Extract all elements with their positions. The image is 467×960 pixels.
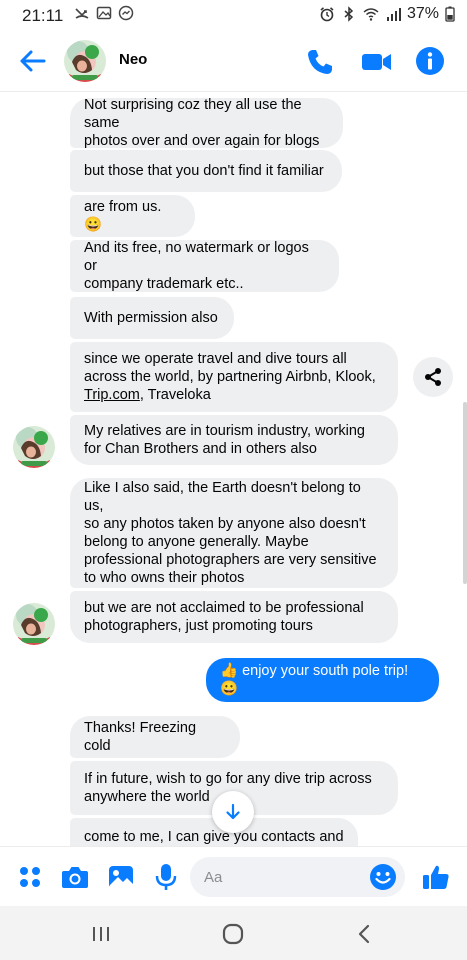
like-button[interactable] <box>420 861 452 893</box>
status-time: 21:11 <box>22 6 64 25</box>
message-composer <box>0 846 467 906</box>
emoji-icon[interactable] <box>369 863 397 891</box>
bluetooth-icon <box>344 6 354 22</box>
four-dots-icon <box>20 867 40 887</box>
thumbs-up-icon <box>423 865 449 889</box>
phone-call-icon[interactable] <box>303 45 337 79</box>
message-input[interactable] <box>190 857 340 897</box>
message-bubble-received[interactable]: And its free, no watermark or logos or c… <box>70 240 339 292</box>
message-bubble-received[interactable]: but those that you don't find it familia… <box>70 150 342 192</box>
image-icon <box>109 866 133 888</box>
message-list[interactable]: Not surprising coz they all use the same… <box>0 92 467 846</box>
home-icon <box>222 923 244 945</box>
message-bubble-received[interactable]: My relatives are in tourism industry, wo… <box>70 415 398 465</box>
back-button[interactable] <box>349 920 379 948</box>
system-navigation-bar <box>0 906 467 960</box>
message-bubble-received[interactable]: Thanks! Freezing cold <box>70 716 240 758</box>
missed-call-icon <box>75 8 89 19</box>
recent-apps-icon <box>93 927 109 941</box>
signal-icon <box>386 8 401 21</box>
avatar[interactable] <box>13 603 55 645</box>
message-bubble-received[interactable]: Not surprising coz they all use the same… <box>70 97 343 149</box>
avatar-image <box>64 40 106 82</box>
message-bubble-received[interactable]: Like I also said, the Earth doesn't belo… <box>70 478 398 588</box>
more-actions-button[interactable] <box>14 861 46 893</box>
share-icon <box>425 368 441 386</box>
recent-apps-button[interactable] <box>86 920 116 948</box>
contact-name[interactable]: Neo <box>119 51 147 68</box>
scrollbar[interactable] <box>463 402 467 584</box>
messenger-notification-icon <box>118 5 134 21</box>
message-bubble-received[interactable]: since we operate travel and dive tours a… <box>70 342 398 412</box>
info-icon[interactable] <box>413 44 447 78</box>
message-bubble-received[interactable]: With permission also <box>70 297 234 339</box>
avatar[interactable] <box>13 426 55 468</box>
arrow-down-icon <box>226 803 240 820</box>
avatar[interactable] <box>64 40 106 82</box>
camera-button[interactable] <box>59 861 91 893</box>
message-input-container <box>190 857 405 897</box>
message-bubble-received[interactable]: are from us. 😀 <box>70 195 195 237</box>
battery-icon <box>445 6 455 22</box>
scroll-to-bottom-button[interactable] <box>212 791 254 833</box>
back-arrow-icon[interactable] <box>16 44 50 78</box>
microphone-icon <box>155 864 177 890</box>
back-chevron-icon <box>358 924 370 944</box>
trip-link[interactable]: Trip.com <box>84 387 140 403</box>
conversation-header: Neo <box>0 30 467 92</box>
message-bubble-sent[interactable]: 👍 enjoy your south pole trip! 😀 <box>206 658 439 702</box>
alarm-icon <box>320 7 334 22</box>
share-button[interactable] <box>413 357 453 397</box>
avatar-image <box>13 426 55 468</box>
video-call-icon[interactable] <box>359 45 395 79</box>
status-bar: 21:11 37% <box>0 0 467 30</box>
avatar-image <box>13 603 55 645</box>
gallery-button[interactable] <box>105 861 137 893</box>
message-bubble-received[interactable]: but we are not acclaimed to be professio… <box>70 591 398 643</box>
voice-message-button[interactable] <box>150 861 182 893</box>
camera-icon <box>62 867 88 888</box>
wifi-icon <box>363 8 379 21</box>
battery-percent: 37% <box>406 5 439 22</box>
home-button[interactable] <box>218 920 248 948</box>
gallery-notification-icon <box>96 6 112 20</box>
